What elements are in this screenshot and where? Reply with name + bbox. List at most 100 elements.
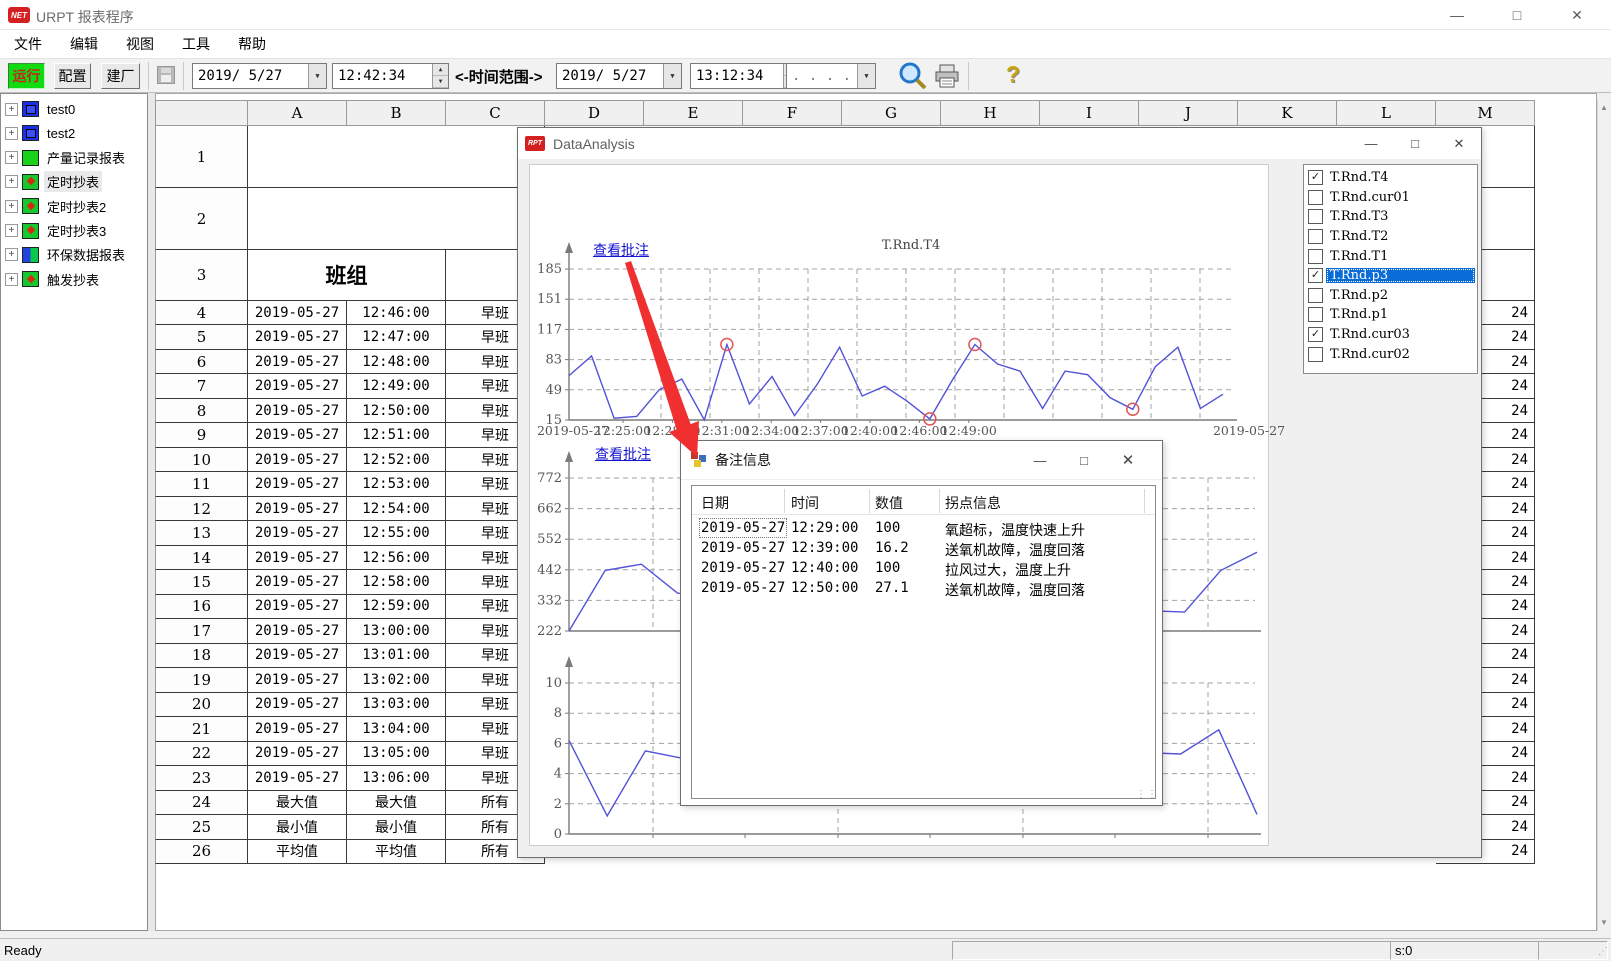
remark-cell-r2c2[interactable]: 100 xyxy=(875,560,900,576)
cell-A7[interactable]: 2019-05-27 xyxy=(248,374,347,398)
window-minimize-button[interactable]: — xyxy=(1434,0,1480,30)
cell-B10[interactable]: 12:52:00 xyxy=(347,448,446,472)
series-item-1[interactable]: T.Rnd.cur01 xyxy=(1304,188,1477,208)
row-header-3[interactable]: 3 xyxy=(155,250,248,301)
remark-cell-r0c0[interactable]: 2019-05-27 xyxy=(701,520,785,536)
cell-A8[interactable]: 2019-05-27 xyxy=(248,399,347,423)
expand-plus-icon[interactable]: + xyxy=(5,127,18,140)
remark-col-header-1[interactable]: 时间 xyxy=(791,493,819,513)
scroll-down-icon[interactable]: ▼ xyxy=(1598,916,1610,930)
series-item-2[interactable]: T.Rnd.T3 xyxy=(1304,207,1477,227)
build-button[interactable]: 建厂 xyxy=(101,63,140,89)
cell-B7[interactable]: 12:49:00 xyxy=(347,374,446,398)
row-header-20[interactable]: 20 xyxy=(155,693,248,717)
series-item-0[interactable]: ✓T.Rnd.T4 xyxy=(1304,168,1477,188)
expand-plus-icon[interactable]: + xyxy=(5,224,18,237)
row-header-17[interactable]: 17 xyxy=(155,619,248,643)
vertical-scrollbar[interactable] xyxy=(1597,100,1611,931)
menu-item-3[interactable]: 工具 xyxy=(168,30,224,59)
checkbox-icon[interactable] xyxy=(1308,347,1323,362)
cell-B14[interactable]: 12:56:00 xyxy=(347,546,446,570)
remark-close-button[interactable]: ✕ xyxy=(1106,441,1150,479)
remark-col-header-3[interactable]: 拐点信息 xyxy=(945,493,1001,513)
checkbox-icon[interactable] xyxy=(1308,307,1323,322)
cell-A19[interactable]: 2019-05-27 xyxy=(248,668,347,692)
remark-cell-r1c3[interactable]: 送氧机故障，温度回落 xyxy=(945,540,1085,560)
checkbox-icon[interactable] xyxy=(1308,229,1323,244)
column-header-D[interactable]: D xyxy=(545,100,644,126)
cell-B26[interactable]: 平均值 xyxy=(347,840,446,864)
cell-B18[interactable]: 13:01:00 xyxy=(347,644,446,668)
chart-0[interactable]: T.Rnd.T41851511178349152019-05-2712:25:0… xyxy=(531,233,1267,447)
series-item-3[interactable]: T.Rnd.T2 xyxy=(1304,227,1477,247)
column-header-I[interactable]: I xyxy=(1040,100,1139,126)
search-icon[interactable] xyxy=(896,60,928,92)
cell-A15[interactable]: 2019-05-27 xyxy=(248,570,347,594)
column-header-B[interactable]: B xyxy=(347,100,446,126)
cell-A22[interactable]: 2019-05-27 xyxy=(248,742,347,766)
sidebar-item-4[interactable]: +定时抄表2 xyxy=(3,195,109,217)
cell-A12[interactable]: 2019-05-27 xyxy=(248,497,347,521)
row-header-19[interactable]: 19 xyxy=(155,668,248,692)
column-header-L[interactable]: L xyxy=(1337,100,1436,126)
row-header-21[interactable]: 21 xyxy=(155,717,248,741)
help-icon[interactable]: ? xyxy=(1006,61,1020,88)
cell-B8[interactable]: 12:50:00 xyxy=(347,399,446,423)
column-header-A[interactable]: A xyxy=(248,100,347,126)
series-item-6[interactable]: T.Rnd.p2 xyxy=(1304,286,1477,306)
merged-cell-row1[interactable] xyxy=(248,126,545,188)
cell-A18[interactable]: 2019-05-27 xyxy=(248,644,347,668)
series-item-5[interactable]: ✓T.Rnd.p3 xyxy=(1304,266,1477,286)
cell-A4[interactable]: 2019-05-27 xyxy=(248,301,347,325)
cell-B9[interactable]: 12:51:00 xyxy=(347,423,446,447)
remark-cell-r1c0[interactable]: 2019-05-27 xyxy=(701,540,785,556)
remark-cell-r1c2[interactable]: 16.2 xyxy=(875,540,909,556)
sidebar-item-5[interactable]: +定时抄表3 xyxy=(3,220,109,242)
cell-A5[interactable]: 2019-05-27 xyxy=(248,325,347,349)
cell-A24[interactable]: 最大值 xyxy=(248,791,347,815)
cell-B16[interactable]: 12:59:00 xyxy=(347,595,446,619)
analysis-dialog-titlebar[interactable]: RPT DataAnalysis — □ ✕ xyxy=(518,128,1481,159)
cell-B17[interactable]: 13:00:00 xyxy=(347,619,446,643)
cell-B19[interactable]: 13:02:00 xyxy=(347,668,446,692)
row-header-4[interactable]: 4 xyxy=(155,301,248,325)
remark-cell-r0c1[interactable]: 12:29:00 xyxy=(791,520,858,536)
expand-plus-icon[interactable]: + xyxy=(5,200,18,213)
sidebar-item-7[interactable]: +触发抄表 xyxy=(3,268,102,290)
row-header-22[interactable]: 22 xyxy=(155,742,248,766)
cell-A9[interactable]: 2019-05-27 xyxy=(248,423,347,447)
cell-B4[interactable]: 12:46:00 xyxy=(347,301,446,325)
start-date-picker[interactable]: 2019/ 5/27 ▼ xyxy=(192,63,327,89)
cell-B24[interactable]: 最大值 xyxy=(347,791,446,815)
end-time-spinner[interactable]: 13:12:34 ▲▼ xyxy=(690,63,800,89)
series-item-4[interactable]: T.Rnd.T1 xyxy=(1304,246,1477,266)
row-header-13[interactable]: 13 xyxy=(155,521,248,545)
cell-A16[interactable]: 2019-05-27 xyxy=(248,595,347,619)
cell-A25[interactable]: 最小值 xyxy=(248,815,347,839)
cell-A6[interactable]: 2019-05-27 xyxy=(248,350,347,374)
analysis-close-button[interactable]: ✕ xyxy=(1437,128,1481,159)
cell-B6[interactable]: 12:48:00 xyxy=(347,350,446,374)
menu-item-0[interactable]: 文件 xyxy=(0,30,56,59)
run-button[interactable]: 运行 xyxy=(8,63,45,89)
row-header-5[interactable]: 5 xyxy=(155,325,248,349)
group-header-cell[interactable]: 班组 xyxy=(248,250,446,301)
column-header-G[interactable]: G xyxy=(842,100,941,126)
column-header-C[interactable]: C xyxy=(446,100,545,126)
row-header-12[interactable]: 12 xyxy=(155,497,248,521)
checkbox-icon[interactable] xyxy=(1308,249,1323,264)
status-resize-grip[interactable]: ⋰ xyxy=(1598,946,1609,957)
splitter-handle[interactable] xyxy=(148,93,155,931)
window-close-button[interactable]: ✕ xyxy=(1554,0,1600,30)
checkbox-icon[interactable] xyxy=(1308,288,1323,303)
series-item-9[interactable]: T.Rnd.cur02 xyxy=(1304,344,1477,364)
series-item-7[interactable]: T.Rnd.p1 xyxy=(1304,305,1477,325)
end-date-dropdown-icon[interactable]: ▼ xyxy=(663,64,681,88)
row-header-6[interactable]: 6 xyxy=(155,350,248,374)
remark-maximize-button[interactable]: □ xyxy=(1062,441,1106,479)
cell-A13[interactable]: 2019-05-27 xyxy=(248,521,347,545)
row-header-14[interactable]: 14 xyxy=(155,546,248,570)
sidebar-item-1[interactable]: +test2 xyxy=(3,122,78,144)
row-header-10[interactable]: 10 xyxy=(155,448,248,472)
row-header-2[interactable]: 2 xyxy=(155,188,248,250)
